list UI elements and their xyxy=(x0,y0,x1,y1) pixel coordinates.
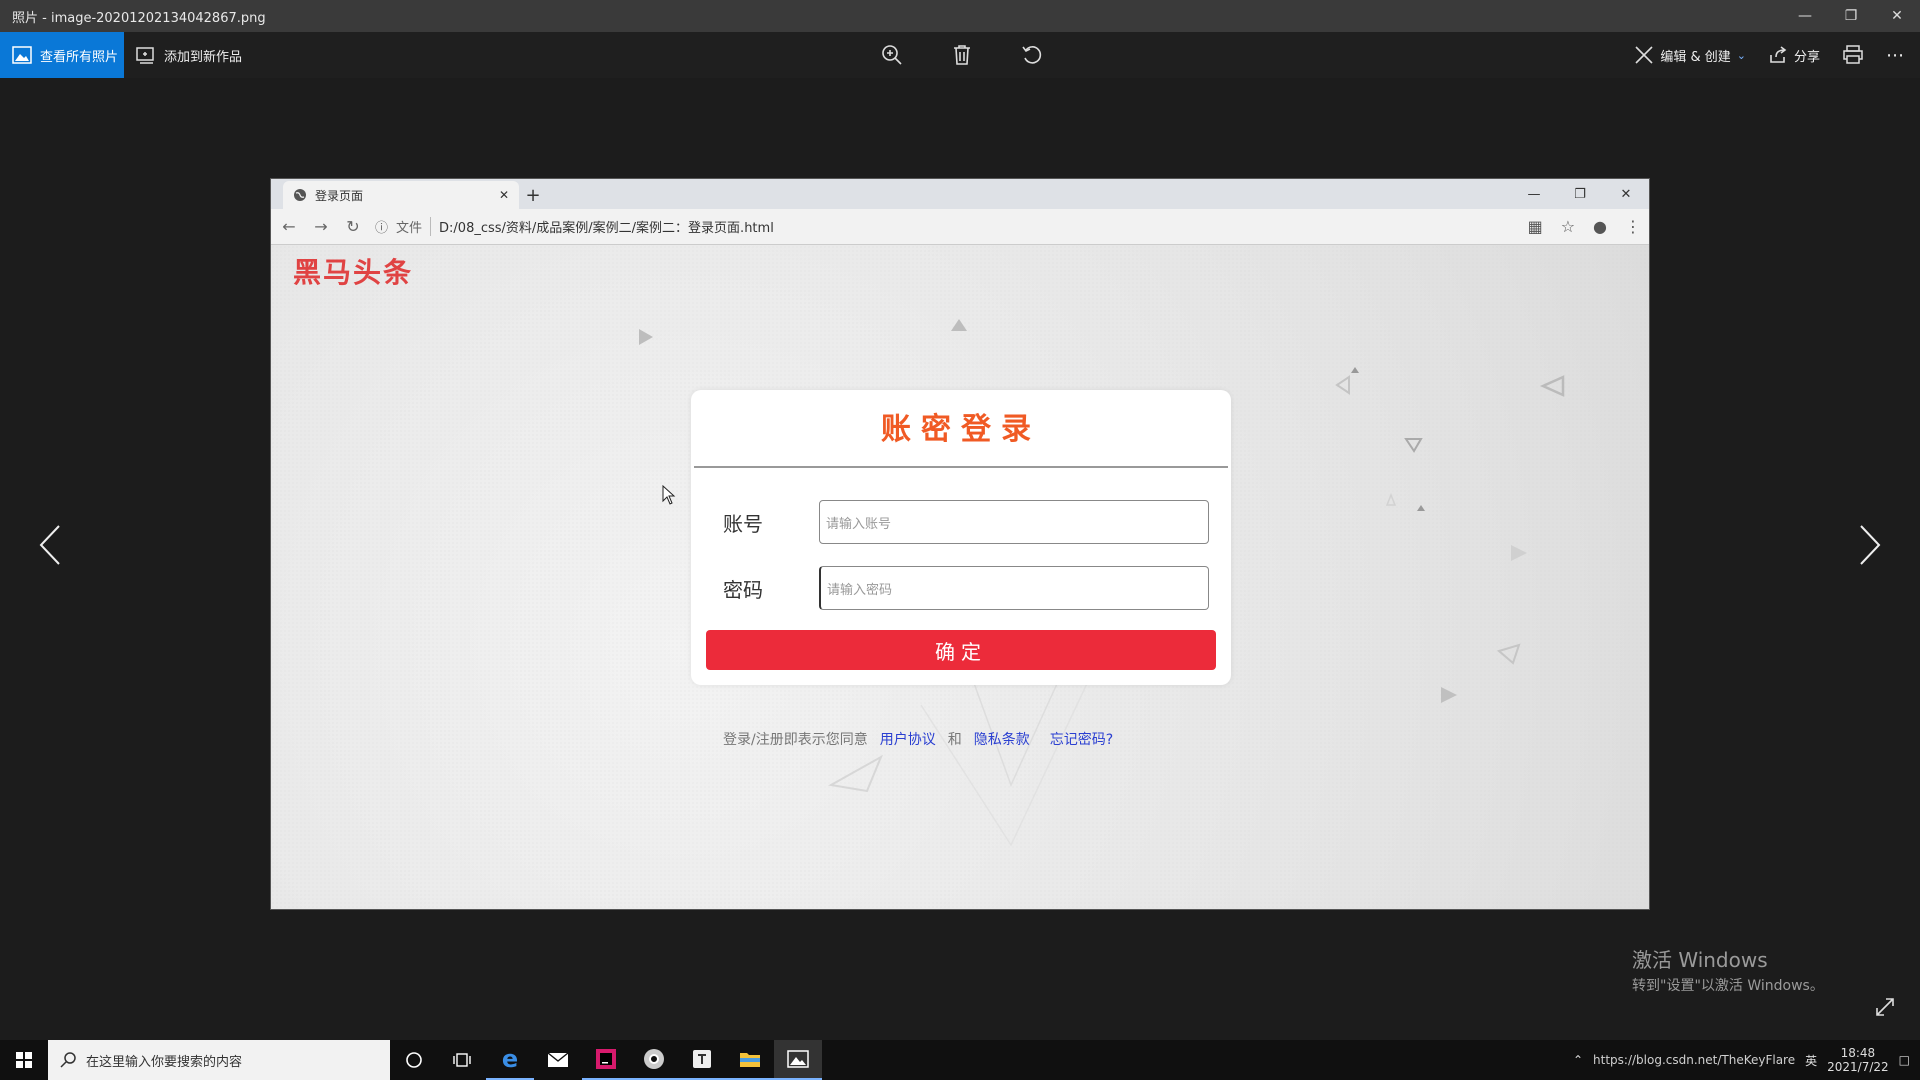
activate-windows-watermark: 激活 Windows 转到"设置"以激活 Windows。 xyxy=(1632,944,1824,995)
add-label: 添加到新作品 xyxy=(164,49,243,65)
privacy-link[interactable]: 隐私条款 xyxy=(974,729,1030,749)
scheme-label: 文件 xyxy=(396,217,432,236)
windows-start-icon[interactable] xyxy=(0,1040,48,1080)
browser-tabbar: 登录页面 ✕ + — ❐ ✕ xyxy=(271,179,1649,209)
tab-close-icon[interactable]: ✕ xyxy=(499,188,509,202)
add-to-creation-button[interactable]: 添加到新作品 xyxy=(124,32,242,78)
reload-icon[interactable]: ↻ xyxy=(343,217,363,236)
webstorm-icon[interactable] xyxy=(582,1040,630,1080)
toolbar-right: 编辑 & 创建 ⌄ 分享 ⋯ xyxy=(1634,32,1920,78)
account-label: 账号 xyxy=(723,511,763,536)
tab-title: 登录页面 xyxy=(315,188,364,203)
search-placeholder: 在这里输入你要搜索的内容 xyxy=(86,1054,243,1070)
globe-icon xyxy=(294,189,306,201)
back-icon[interactable]: ← xyxy=(279,217,299,236)
close-button[interactable]: ✕ xyxy=(1874,0,1920,32)
mouse-pointer-icon xyxy=(662,485,676,505)
activate-title: 激活 Windows xyxy=(1632,948,1768,972)
agreement-line: 登录/注册即表示您同意 用户协议 和 隐私条款 忘记密码? xyxy=(723,729,1113,749)
more-options-icon[interactable]: ⋯ xyxy=(1886,45,1904,66)
edit-create-label: 编辑 & 创建 xyxy=(1660,49,1731,65)
print-button[interactable] xyxy=(1842,45,1864,65)
minimize-button[interactable]: — xyxy=(1782,0,1828,32)
user-agreement-link[interactable]: 用户协议 xyxy=(880,729,936,749)
submit-button[interactable]: 确定 xyxy=(706,630,1216,670)
photo-icon xyxy=(12,46,32,64)
notification-center-icon[interactable]: □ xyxy=(1899,1053,1910,1067)
browser-window-controls: — ❐ ✕ xyxy=(1511,179,1649,209)
chevron-down-icon: ⌄ xyxy=(1736,48,1746,62)
profile-icon[interactable]: ● xyxy=(1593,217,1607,236)
zoom-in-icon[interactable] xyxy=(880,43,904,67)
search-icon xyxy=(60,1052,76,1068)
translate-icon[interactable]: ▦ xyxy=(1528,217,1543,236)
input-language[interactable]: 英 xyxy=(1805,1052,1817,1069)
browser-window: 登录页面 ✕ + — ❐ ✕ ← → ↻ ⓘ 文件 D:/08_css/资料/成… xyxy=(270,178,1650,910)
print-icon xyxy=(1843,45,1863,64)
new-tab-button[interactable]: + xyxy=(519,181,547,209)
chrome-icon[interactable] xyxy=(630,1040,678,1080)
fullscreen-expand-icon[interactable] xyxy=(1874,996,1896,1022)
mail-icon[interactable] xyxy=(534,1040,582,1080)
bookmark-star-icon[interactable]: ☆ xyxy=(1561,217,1575,236)
activate-subtitle: 转到"设置"以激活 Windows。 xyxy=(1632,978,1824,994)
previous-arrow-icon[interactable] xyxy=(30,520,70,570)
taskbar-search[interactable]: 在这里输入你要搜索的内容 xyxy=(48,1040,390,1080)
edit-create-button[interactable]: 编辑 & 创建 ⌄ xyxy=(1634,45,1746,65)
cortana-icon[interactable] xyxy=(390,1040,438,1080)
view-all-photos-button[interactable]: 查看所有照片 xyxy=(0,32,124,78)
taskbar: 在这里输入你要搜索的内容 e ⌃ https://blog.csdn.net/T… xyxy=(0,1040,1920,1080)
edge-icon[interactable]: e xyxy=(486,1040,534,1080)
next-arrow-icon[interactable] xyxy=(1850,520,1890,570)
photos-toolbar: 查看所有照片 添加到新作品 编辑 & 创建 ⌄ 分享 ⋯ xyxy=(0,32,1920,78)
password-row: 密码 请输入密码 xyxy=(723,566,1209,610)
agreement-prefix: 登录/注册即表示您同意 xyxy=(723,732,868,748)
account-input[interactable]: 请输入账号 xyxy=(819,500,1209,544)
login-card: 账密登录 账号 请输入账号 密码 请输入密码 确定 xyxy=(691,390,1231,685)
address-bar[interactable]: ⓘ 文件 D:/08_css/资料/成品案例/案例二/案例二：登录页面.html xyxy=(375,213,1516,241)
browser-close-button[interactable]: ✕ xyxy=(1603,179,1649,209)
tray-chevron-up-icon[interactable]: ⌃ xyxy=(1573,1053,1583,1067)
login-title: 账密登录 xyxy=(694,390,1228,468)
view-all-label: 查看所有照片 xyxy=(40,49,119,65)
info-icon[interactable]: ⓘ xyxy=(375,217,388,236)
system-tray: ⌃ https://blog.csdn.net/TheKeyFlare 英 18… xyxy=(1573,1040,1920,1080)
toolbar-center xyxy=(880,32,1044,78)
share-label: 分享 xyxy=(1793,49,1820,65)
account-row: 账号 请输入账号 xyxy=(723,500,1209,544)
add-creation-icon xyxy=(136,47,154,64)
edit-create-icon xyxy=(1635,46,1653,64)
rotate-icon[interactable] xyxy=(1020,43,1044,67)
clock[interactable]: 18:48 2021/7/22 xyxy=(1827,1046,1889,1074)
typora-icon[interactable] xyxy=(678,1040,726,1080)
clock-date: 2021/7/22 xyxy=(1827,1060,1889,1074)
file-explorer-icon[interactable] xyxy=(726,1040,774,1080)
forgot-password-link[interactable]: 忘记密码? xyxy=(1050,729,1113,749)
window-title: 照片 - image-20201202134042867.png xyxy=(12,10,266,26)
url-text: D:/08_css/资料/成品案例/案例二/案例二：登录页面.html xyxy=(439,221,774,236)
menu-kebab-icon[interactable]: ⋮ xyxy=(1625,217,1641,236)
browser-minimize-button[interactable]: — xyxy=(1511,179,1557,209)
password-input[interactable]: 请输入密码 xyxy=(819,566,1209,610)
restore-button[interactable]: ❐ xyxy=(1828,0,1874,32)
agreement-and: 和 xyxy=(947,732,962,748)
tray-url-overlay: https://blog.csdn.net/TheKeyFlare xyxy=(1593,1053,1796,1067)
forward-icon[interactable]: → xyxy=(311,217,331,236)
photos-titlebar: 照片 - image-20201202134042867.png — ❐ ✕ xyxy=(0,0,1920,32)
share-icon xyxy=(1770,46,1787,63)
password-label: 密码 xyxy=(723,577,763,602)
browser-tab[interactable]: 登录页面 ✕ xyxy=(283,181,519,209)
address-bar-row: ← → ↻ ⓘ 文件 D:/08_css/资料/成品案例/案例二/案例二：登录页… xyxy=(271,209,1649,245)
login-page: 黑马头条 账密登录 账号 请输入账号 密码 请输入密码 确定 登录/注册即表示您… xyxy=(271,245,1649,909)
clock-time: 18:48 xyxy=(1840,1046,1876,1060)
share-button[interactable]: 分享 xyxy=(1768,45,1820,65)
delete-icon[interactable] xyxy=(950,43,974,67)
browser-restore-button[interactable]: ❐ xyxy=(1557,179,1603,209)
address-actions: ▦ ☆ ● ⋮ xyxy=(1528,217,1641,236)
task-view-icon[interactable] xyxy=(438,1040,486,1080)
photos-app-icon[interactable] xyxy=(774,1040,822,1080)
